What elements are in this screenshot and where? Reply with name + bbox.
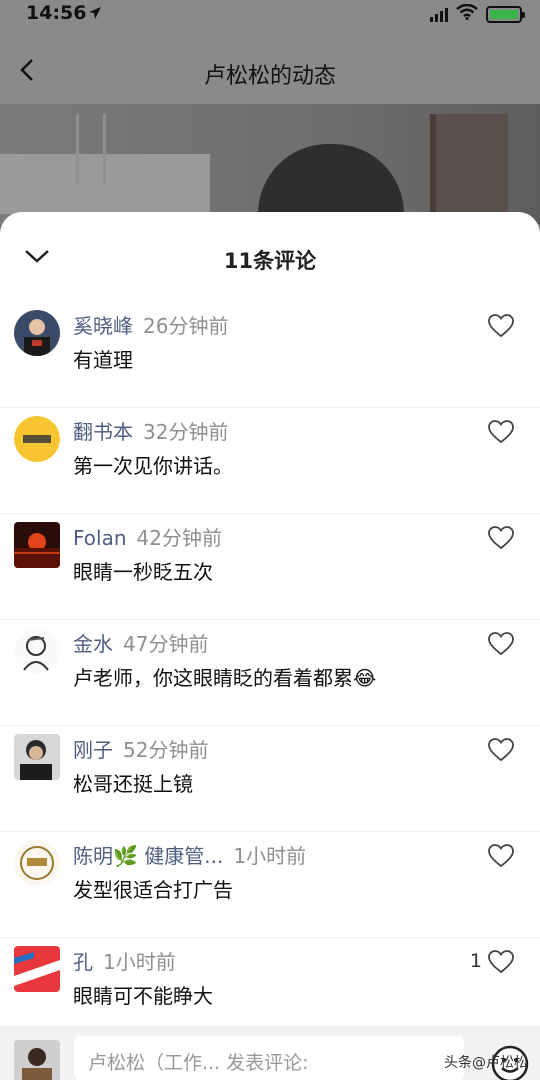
heart-icon[interactable] bbox=[488, 738, 514, 762]
avatar[interactable] bbox=[14, 310, 60, 356]
comment-text: 松哥还挺上镜 bbox=[73, 772, 193, 796]
avatar[interactable] bbox=[14, 840, 60, 886]
comment-time: 47分钟前 bbox=[123, 632, 209, 656]
heart-icon[interactable] bbox=[488, 632, 514, 656]
comment-item: 陈明🌿 健康管... 1小时前 发型很适合打广告 bbox=[0, 832, 540, 938]
like-count: 1 bbox=[469, 950, 482, 972]
avatar[interactable] bbox=[14, 628, 60, 674]
video-background[interactable] bbox=[0, 104, 540, 224]
comment-count: 11条评论 bbox=[223, 249, 317, 273]
comment-time: 42分钟前 bbox=[136, 526, 222, 550]
comment-input[interactable]: 卢松松（工作... 发表评论: bbox=[74, 1036, 464, 1080]
comment-time: 52分钟前 bbox=[123, 738, 209, 762]
comment-username[interactable]: 翻书本 bbox=[73, 420, 133, 444]
comment-text: 有道理 bbox=[73, 348, 133, 372]
nav-bar: 卢松松的动态 bbox=[0, 28, 540, 104]
comment-item: 奚晓峰 26分钟前 有道理 bbox=[0, 302, 540, 408]
battery-icon bbox=[486, 5, 525, 23]
watermark: 头条@卢松松 bbox=[444, 1055, 528, 1071]
avatar[interactable] bbox=[14, 416, 60, 462]
status-bar: 14:56 bbox=[0, 0, 540, 28]
heart-icon[interactable] bbox=[488, 420, 514, 444]
comment-input-placeholder: 卢松松（工作... 发表评论: bbox=[88, 1052, 309, 1074]
avatar[interactable] bbox=[14, 734, 60, 780]
location-arrow-icon bbox=[88, 5, 102, 24]
comment-item: Folan 42分钟前 眼睛一秒眨五次 bbox=[0, 514, 540, 620]
comment-item: 翻书本 32分钟前 第一次见你讲话。 bbox=[0, 408, 540, 514]
avatar bbox=[14, 1040, 60, 1080]
comment-text: 第一次见你讲话。 bbox=[73, 454, 233, 478]
comment-item: 刚子 52分钟前 松哥还挺上镜 bbox=[0, 726, 540, 832]
comment-username[interactable]: 孔 bbox=[73, 950, 93, 974]
comment-time: 1小时前 bbox=[103, 950, 176, 974]
page-title: 卢松松的动态 bbox=[203, 64, 336, 89]
signal-icon bbox=[430, 6, 448, 22]
comment-text: 眼睛可不能睁大 bbox=[73, 984, 213, 1008]
comment-username[interactable]: 刚子 bbox=[73, 738, 113, 762]
comment-time: 32分钟前 bbox=[143, 420, 229, 444]
comment-username[interactable]: 陈明🌿 健康管... bbox=[73, 844, 223, 868]
heart-icon[interactable] bbox=[488, 314, 514, 338]
avatar[interactable] bbox=[14, 946, 60, 992]
comment-username[interactable]: Folan bbox=[73, 526, 127, 550]
comment-item: 金水 47分钟前 卢老师，你这眼睛眨的看着都累😂 bbox=[0, 620, 540, 726]
comment-username[interactable]: 金水 bbox=[73, 632, 113, 656]
comment-sheet-header: 11条评论 bbox=[0, 212, 540, 302]
comment-text: 发型很适合打广告 bbox=[73, 878, 233, 902]
comment-time: 1小时前 bbox=[233, 844, 307, 868]
heart-icon[interactable] bbox=[488, 950, 514, 974]
heart-icon[interactable] bbox=[488, 526, 514, 550]
comment-sheet: 11条评论 奚晓峰 26分钟前 有道理 翻书本 32分钟前 第一次见你讲话。 Fol… bbox=[0, 212, 540, 1080]
heart-icon[interactable] bbox=[488, 844, 514, 868]
comment-text: 眼睛一秒眨五次 bbox=[73, 560, 213, 584]
status-time: 14:56 bbox=[26, 2, 87, 24]
wifi-icon bbox=[456, 3, 478, 24]
comment-username[interactable]: 奚晓峰 bbox=[73, 314, 133, 338]
comment-time: 26分钟前 bbox=[143, 314, 229, 338]
avatar[interactable] bbox=[14, 522, 60, 568]
comment-text: 卢老师，你这眼睛眨的看着都累😂 bbox=[73, 666, 377, 690]
